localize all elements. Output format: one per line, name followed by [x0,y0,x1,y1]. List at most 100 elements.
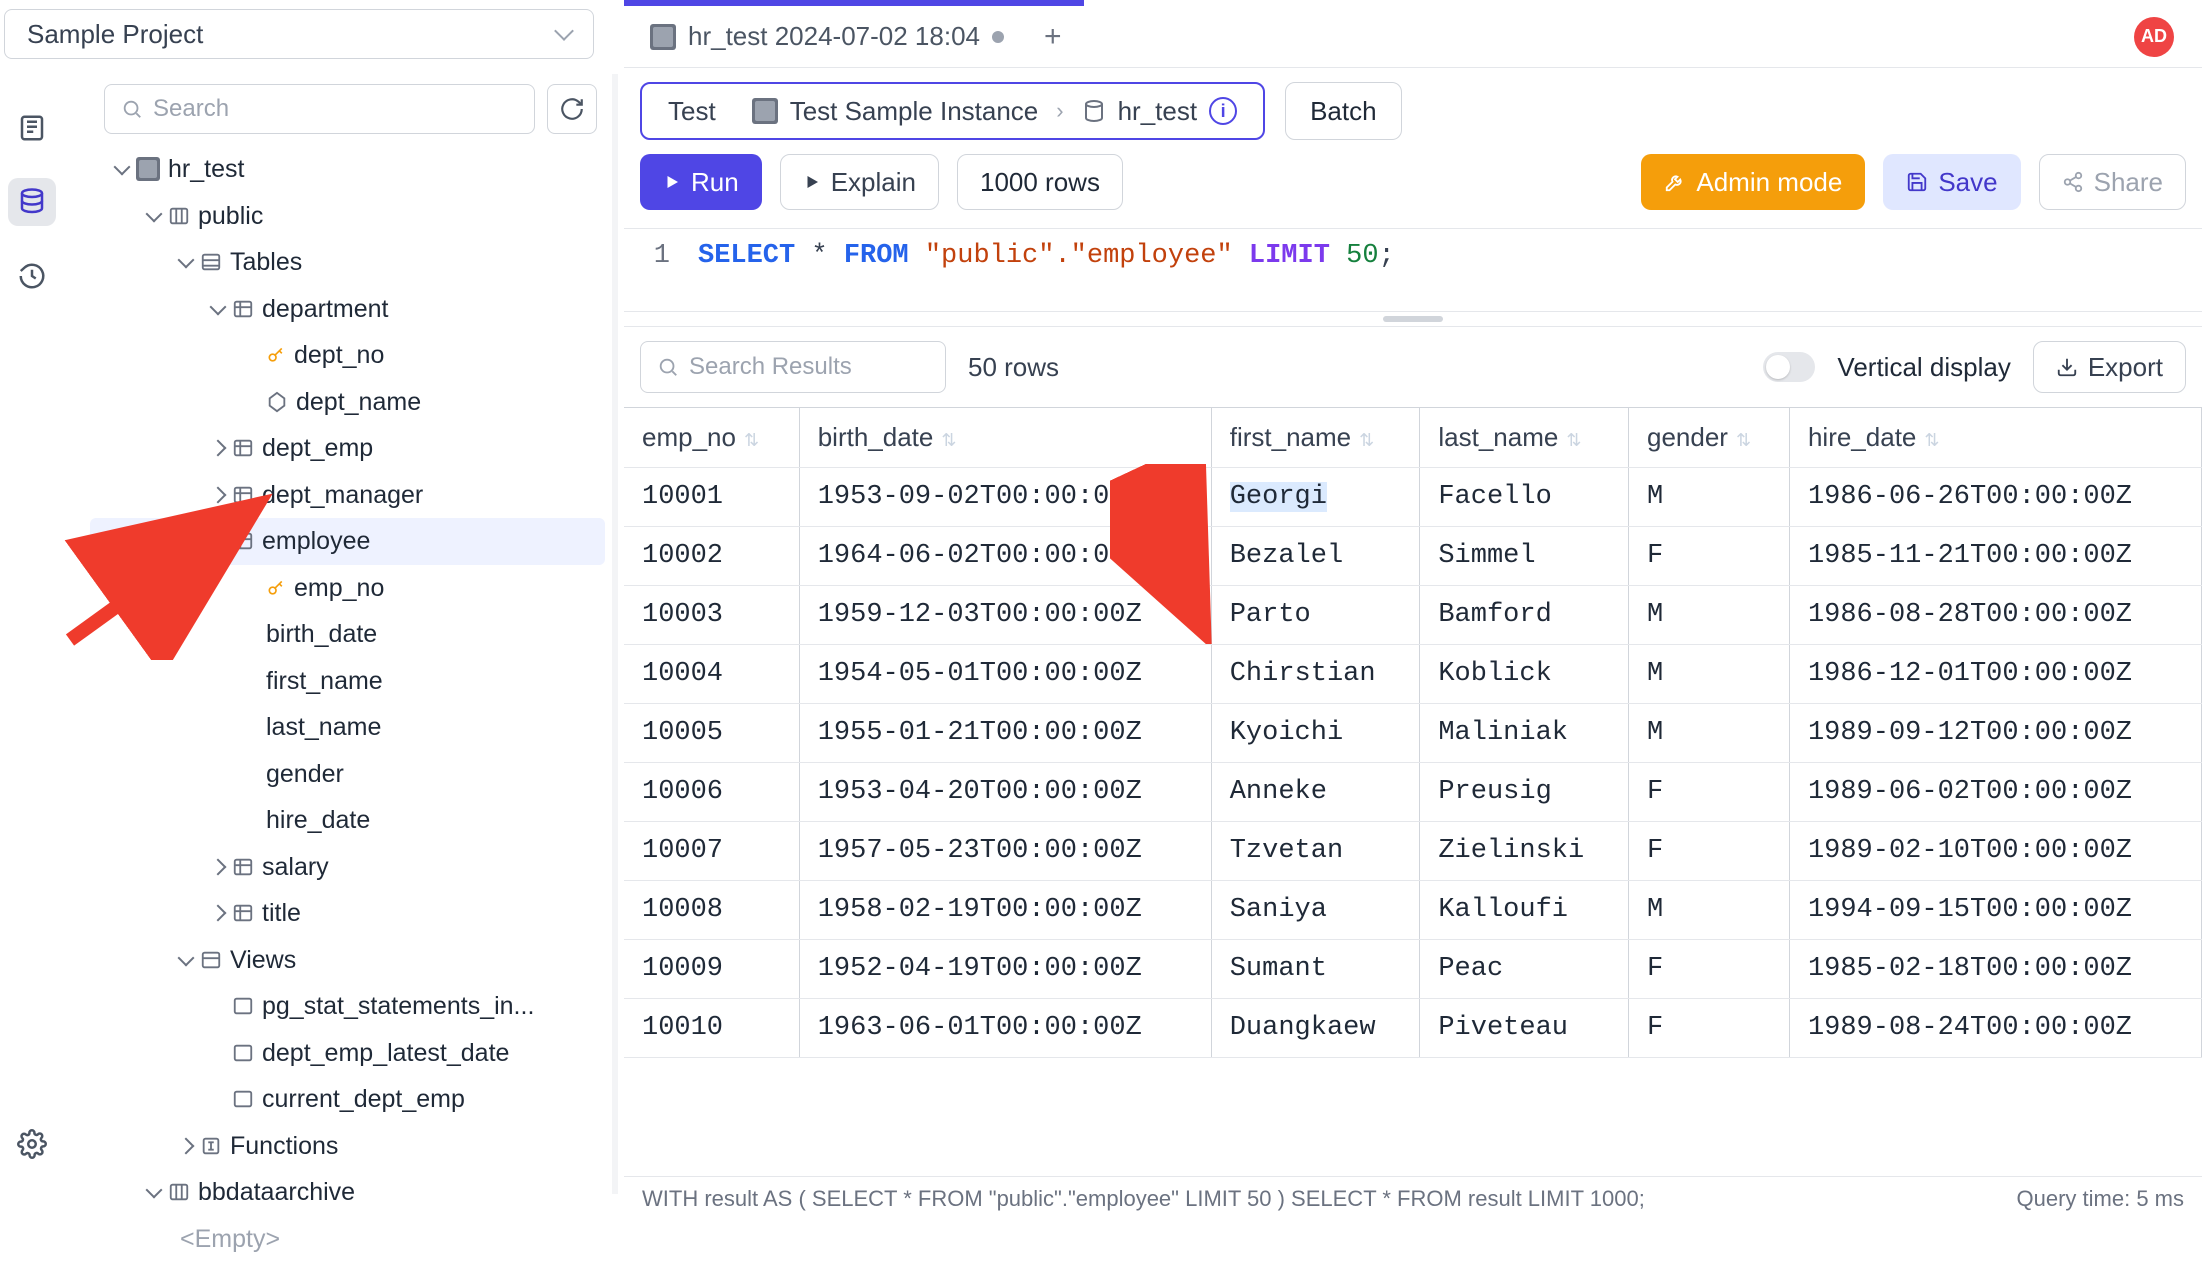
tree-schema-bbdataarchive[interactable]: bbdataarchive [90,1169,605,1216]
table-row[interactable]: 100061953-04-20T00:00:00ZAnnekePreusigF1… [624,763,2202,822]
cell[interactable]: 10001 [624,468,799,527]
cell[interactable]: 10010 [624,999,799,1058]
cell[interactable]: 10007 [624,822,799,881]
rail-worksheets-icon[interactable] [8,104,56,152]
tree-view-2[interactable]: current_dept_emp [90,1076,605,1123]
cell[interactable]: 1963-06-01T00:00:00Z [799,999,1211,1058]
cell[interactable]: 1964-06-02T00:00:00Z [799,527,1211,586]
table-row[interactable]: 100021964-06-02T00:00:00ZBezalelSimmelF1… [624,527,2202,586]
cell[interactable]: 1959-12-03T00:00:00Z [799,586,1211,645]
cell[interactable]: F [1628,940,1789,999]
crumb-env[interactable]: Test [650,96,734,127]
tree-table-department[interactable]: department [90,286,605,333]
cell[interactable]: 1952-04-19T00:00:00Z [799,940,1211,999]
tree-view-1[interactable]: dept_emp_latest_date [90,1030,605,1077]
table-row[interactable]: 100041954-05-01T00:00:00ZChirstianKoblic… [624,645,2202,704]
cell[interactable]: 1955-01-21T00:00:00Z [799,704,1211,763]
results-grid[interactable]: emp_no⇅birth_date⇅first_name⇅last_name⇅g… [624,407,2202,1220]
run-button[interactable]: Run [640,154,762,210]
cell[interactable]: Simmel [1420,527,1629,586]
share-button[interactable]: Share [2039,154,2186,210]
tree-col-birth_date[interactable]: birth_date [90,611,605,658]
rail-settings-icon[interactable] [8,1120,56,1168]
cell[interactable]: 1994-09-15T00:00:00Z [1789,881,2201,940]
cell[interactable]: 1989-06-02T00:00:00Z [1789,763,2201,822]
cell[interactable]: Kyoichi [1211,704,1420,763]
cell[interactable]: 1986-12-01T00:00:00Z [1789,645,2201,704]
tree-col-first_name[interactable]: first_name [90,658,605,705]
cell[interactable]: F [1628,763,1789,822]
cell[interactable]: Tzvetan [1211,822,1420,881]
cell[interactable]: 1985-11-21T00:00:00Z [1789,527,2201,586]
tree-table-employee[interactable]: employee [90,518,605,565]
cell[interactable]: 1989-09-12T00:00:00Z [1789,704,2201,763]
avatar[interactable]: AD [2134,17,2174,57]
table-row[interactable]: 100101963-06-01T00:00:00ZDuangkaewPivete… [624,999,2202,1058]
explain-button[interactable]: Explain [780,154,939,210]
tree-functions-folder[interactable]: Functions [90,1123,605,1170]
cell[interactable]: Duangkaew [1211,999,1420,1058]
vertical-display-toggle[interactable] [1763,352,1815,382]
cell[interactable]: M [1628,645,1789,704]
cell[interactable]: Piveteau [1420,999,1629,1058]
search-results-input[interactable]: Search Results [640,341,946,393]
cell[interactable]: 10003 [624,586,799,645]
cell[interactable]: Saniya [1211,881,1420,940]
cell[interactable]: Chirstian [1211,645,1420,704]
column-header-first_name[interactable]: first_name⇅ [1211,408,1420,468]
cell[interactable]: M [1628,704,1789,763]
cell[interactable]: Parto [1211,586,1420,645]
tree-table-dept_manager[interactable]: dept_manager [90,472,605,519]
cell[interactable]: 1986-08-28T00:00:00Z [1789,586,2201,645]
rail-history-icon[interactable] [8,252,56,300]
cell[interactable]: Zielinski [1420,822,1629,881]
tree-col-emp_no[interactable]: emp_no [90,565,605,612]
tree-view-0[interactable]: pg_stat_statements_in... [90,983,605,1030]
sql-editor[interactable]: 1 SELECT * FROM "public"."employee" LIMI… [624,229,2202,311]
tree-schema-public[interactable]: public [90,193,605,240]
sidebar-search-input[interactable]: Search [104,84,535,134]
cell[interactable]: M [1628,468,1789,527]
sidebar-resize-handle[interactable] [612,74,618,1194]
cell[interactable]: 1953-04-20T00:00:00Z [799,763,1211,822]
tree-table-salary[interactable]: salary [90,844,605,891]
batch-button[interactable]: Batch [1285,82,1402,140]
cell[interactable]: 10006 [624,763,799,822]
cell[interactable]: Peac [1420,940,1629,999]
table-row[interactable]: 100091952-04-19T00:00:00ZSumantPeacF1985… [624,940,2202,999]
crumb-instance[interactable]: Test Sample Instance [734,96,1057,127]
cell[interactable]: 1986-06-26T00:00:00Z [1789,468,2201,527]
editor-results-resize-handle[interactable] [624,311,2202,327]
cell[interactable]: 10008 [624,881,799,940]
cell[interactable]: M [1628,586,1789,645]
crumb-database[interactable]: hr_test i [1064,96,1256,127]
cell[interactable]: Anneke [1211,763,1420,822]
table-row[interactable]: 100051955-01-21T00:00:00ZKyoichiMaliniak… [624,704,2202,763]
cell[interactable]: 1954-05-01T00:00:00Z [799,645,1211,704]
tree-table-title[interactable]: title [90,890,605,937]
cell[interactable]: 10004 [624,645,799,704]
tree-views-folder[interactable]: Views [90,937,605,984]
cell[interactable]: 10002 [624,527,799,586]
save-button[interactable]: Save [1883,154,2020,210]
column-header-hire_date[interactable]: hire_date⇅ [1789,408,2201,468]
tree-col-last_name[interactable]: last_name [90,704,605,751]
cell[interactable]: F [1628,527,1789,586]
project-selector[interactable]: Sample Project [4,9,594,59]
rows-limit-select[interactable]: 1000 rows [957,154,1123,210]
table-row[interactable]: 100071957-05-23T00:00:00ZTzvetanZielinsk… [624,822,2202,881]
column-header-birth_date[interactable]: birth_date⇅ [799,408,1211,468]
cell[interactable]: Koblick [1420,645,1629,704]
sidebar-refresh-button[interactable] [547,84,597,134]
tree-table-dept_emp[interactable]: dept_emp [90,425,605,472]
column-header-gender[interactable]: gender⇅ [1628,408,1789,468]
cell[interactable]: Bezalel [1211,527,1420,586]
editor-tab[interactable]: hr_test 2024-07-02 18:04 [640,15,1014,58]
admin-mode-button[interactable]: Admin mode [1641,154,1865,210]
cell[interactable]: Facello [1420,468,1629,527]
export-button[interactable]: Export [2033,341,2186,393]
cell[interactable]: 1953-09-02T00:00:00Z [799,468,1211,527]
info-icon[interactable]: i [1209,97,1237,125]
cell[interactable]: Bamford [1420,586,1629,645]
tree-db-hr_test[interactable]: hr_test [90,146,605,193]
